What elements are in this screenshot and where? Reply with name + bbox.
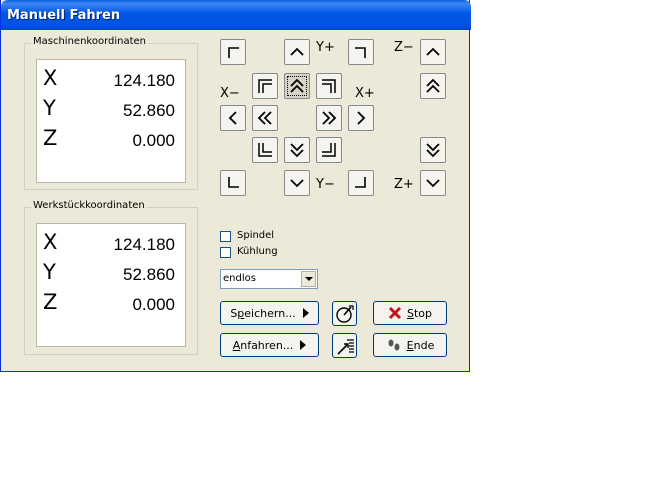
machine-x-row: X 124.180 [37,66,187,96]
spindle-checkbox-label: Spindel [237,230,275,241]
workpiece-y-value: 52.860 [123,265,175,284]
footprints-icon [388,339,400,351]
machine-coordinates-legend: Maschinenkoordinaten [31,36,149,47]
chevron-left-icon [228,111,237,125]
jog-zminus-fast-button[interactable] [420,39,446,65]
jog-xminus-fast-button[interactable] [220,105,246,131]
z-minus-label: Z− [394,40,414,55]
jog-xplus-yminus-fast-button[interactable] [348,170,374,196]
window-title: Manuell Fahren [7,8,121,23]
jog-yplus-button[interactable] [284,73,310,99]
machine-y-value: 52.860 [123,101,175,120]
move-to-button[interactable]: Anfahren... [220,333,319,357]
corner-bottom-left-icon [228,177,239,188]
workpiece-coordinates-display: X 124.180 Y 52.860 Z 0.000 [36,223,186,347]
x-plus-label: X+ [355,86,375,101]
jog-xplus-yplus-button[interactable] [316,73,342,99]
workpiece-x-row: X 124.180 [37,230,187,260]
arrow-right-icon [300,340,307,350]
double-chevron-down-icon [290,143,304,158]
workpiece-z-value: 0.000 [132,295,175,314]
x-minus-label: X− [220,86,240,101]
chevron-down-icon [426,179,440,188]
chevron-up-icon [290,47,304,56]
move-to-reference-button[interactable] [332,333,357,358]
workpiece-coordinates-legend: Werkstückkoordinaten [31,200,147,211]
machine-coordinates-display: X 124.180 Y 52.860 Z 0.000 [36,59,186,183]
jog-zplus-fast-button[interactable] [420,170,446,196]
jog-xminus-yplus-button[interactable] [252,73,278,99]
move-to-point-icon [336,338,354,355]
chevron-up-icon [426,47,440,56]
dropdown-button[interactable] [301,271,316,287]
stop-x-icon [388,306,402,320]
double-chevron-up-icon [290,78,304,93]
jog-xminus-yplus-fast-button[interactable] [220,39,246,65]
jog-mode-value: endlos [223,273,256,284]
jog-xminus-button[interactable] [252,105,278,131]
chevron-down-icon [290,179,304,188]
chevron-down-icon [305,277,313,281]
end-button[interactable]: Ende [373,333,447,357]
jog-mode-select[interactable]: endlos [220,269,318,289]
set-zero-button[interactable] [332,301,357,326]
axis-label: Z [43,290,58,314]
z-plus-label: Z+ [394,177,414,192]
double-corner-top-left-icon [258,79,272,93]
jog-xplus-yplus-fast-button[interactable] [348,39,374,65]
corner-top-right-icon [355,47,366,58]
jog-xplus-yminus-button[interactable] [316,137,342,163]
jog-xplus-button[interactable] [316,105,342,131]
double-corner-bottom-left-icon [258,143,272,157]
jog-yminus-button[interactable] [284,137,310,163]
arrow-right-icon [302,308,309,318]
jog-zplus-button[interactable] [420,137,446,163]
coolant-checkbox[interactable]: Kühlung [220,246,340,260]
move-to-button-label: Anfahren... [232,338,294,352]
title-bar: Manuell Fahren [1,0,471,30]
save-button-label: Speichern... [230,306,296,320]
jog-zminus-button[interactable] [420,73,446,99]
jog-yplus-fast-button[interactable] [284,39,310,65]
end-button-label: Ende [406,338,435,352]
spindle-checkbox-box[interactable] [220,231,231,242]
double-corner-bottom-right-icon [322,143,336,157]
workpiece-y-row: Y 52.860 [37,260,187,290]
workpiece-z-row: Z 0.000 [37,290,187,320]
axis-label: X [43,230,58,254]
chevron-right-icon [357,111,366,125]
axis-label: Y [43,96,56,120]
double-corner-top-right-icon [322,79,336,93]
coolant-checkbox-box[interactable] [220,247,231,258]
stop-button-label: Stop [406,306,432,320]
jog-xminus-yminus-button[interactable] [252,137,278,163]
machine-x-value: 124.180 [113,71,175,90]
corner-top-left-icon [228,47,239,58]
jog-yminus-fast-button[interactable] [284,170,310,196]
stop-button[interactable]: Stop [373,301,447,325]
machine-z-row: Z 0.000 [37,126,187,156]
corner-bottom-right-icon [355,177,366,188]
axis-label: X [43,66,58,90]
gauge-icon [335,304,354,323]
double-chevron-right-icon [322,111,337,125]
double-chevron-down-icon [426,143,440,158]
double-chevron-up-icon [426,78,440,93]
coolant-checkbox-label: Kühlung [237,246,278,257]
double-chevron-left-icon [257,111,272,125]
machine-z-value: 0.000 [132,131,175,150]
jog-xplus-fast-button[interactable] [348,105,374,131]
workpiece-x-value: 124.180 [113,235,175,254]
manual-jog-dialog: Manuell Fahren Maschinenkoordinaten X 12… [0,0,471,372]
axis-label: Y [43,260,56,284]
machine-coordinates-group: Maschinenkoordinaten X 124.180 Y 52.860 … [24,36,198,190]
jog-xminus-yminus-fast-button[interactable] [220,170,246,196]
y-plus-label: Y+ [316,40,335,55]
axis-label: Z [43,126,58,150]
workpiece-coordinates-group: Werkstückkoordinaten X 124.180 Y 52.860 … [24,200,198,355]
spindle-checkbox[interactable]: Spindel [220,230,340,244]
save-button[interactable]: Speichern... [220,301,319,325]
y-minus-label: Y− [316,177,335,192]
machine-y-row: Y 52.860 [37,96,187,126]
